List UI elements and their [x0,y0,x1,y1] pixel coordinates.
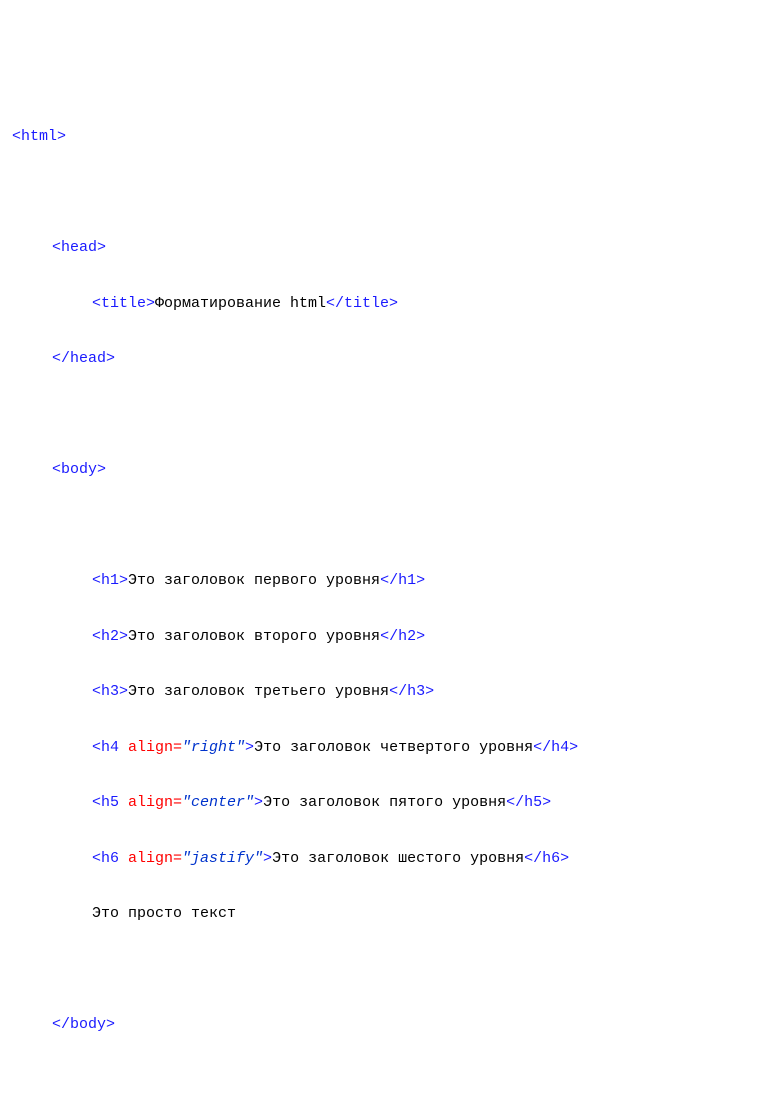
h4-text: Это заголовок четвертого уровня [254,739,533,756]
tag-h3-close: </h3> [389,683,434,700]
line-body-open: <body> [12,456,746,484]
attr-val-h4: "right" [182,739,245,756]
tag-body-open: <body> [52,461,106,478]
attr-val-h5: "center" [182,794,254,811]
tag-h4-gt: > [245,739,254,756]
line-h3: <h3>Это заголовок третьего уровня</h3> [12,678,746,706]
tag-h4-open: <h4 [92,739,128,756]
tag-head-close: </head> [52,350,115,367]
h1-text: Это заголовок первого уровня [128,572,380,589]
tag-h1-close: </h1> [380,572,425,589]
attr-align-h4: align= [128,739,182,756]
attr-val-h6: "jastify" [182,850,263,867]
tag-h2-open: <h2> [92,628,128,645]
code-block: <html> <head> <title>Форматирование html… [12,95,746,1096]
tag-h6-gt: > [263,850,272,867]
title-text: Форматирование html [155,295,326,312]
attr-align-h6: align= [128,850,182,867]
blank-line [12,512,746,540]
line-body-close: </body> [12,1011,746,1039]
tag-h2-close: </h2> [380,628,425,645]
tag-h3-open: <h3> [92,683,128,700]
tag-h5-open: <h5 [92,794,128,811]
tag-title-close: </title> [326,295,398,312]
tag-head-open: <head> [52,239,106,256]
line-h5: <h5 align="center">Это заголовок пятого … [12,789,746,817]
tag-h6-open: <h6 [92,850,128,867]
line-h1: <h1>Это заголовок первого уровня</h1> [12,567,746,595]
tag-title-open: <title> [92,295,155,312]
tag-body-close: </body> [52,1016,115,1033]
h5-text: Это заголовок пятого уровня [263,794,506,811]
line-plain-text: Это просто текст [12,900,746,928]
h2-text: Это заголовок второго уровня [128,628,380,645]
line-h6: <h6 align="jastify">Это заголовок шестог… [12,845,746,873]
tag-html-open: <html> [12,128,66,145]
tag-h4-close: </h4> [533,739,578,756]
line-head-close: </head> [12,345,746,373]
line-title: <title>Форматирование html</title> [12,290,746,318]
line-h2: <h2>Это заголовок второго уровня</h2> [12,623,746,651]
h6-text: Это заголовок шестого уровня [272,850,524,867]
line-h4: <h4 align="right">Это заголовок четверто… [12,734,746,762]
tag-h6-close: </h6> [524,850,569,867]
attr-align-h5: align= [128,794,182,811]
blank-line [12,179,746,207]
h3-text: Это заголовок третьего уровня [128,683,389,700]
blank-line [12,1067,746,1095]
tag-h1-open: <h1> [92,572,128,589]
tag-h5-close: </h5> [506,794,551,811]
plain-text: Это просто текст [92,905,236,922]
blank-line [12,956,746,984]
tag-h5-gt: > [254,794,263,811]
line-head-open: <head> [12,234,746,262]
blank-line [12,401,746,429]
line-html-open: <html> [12,123,746,151]
